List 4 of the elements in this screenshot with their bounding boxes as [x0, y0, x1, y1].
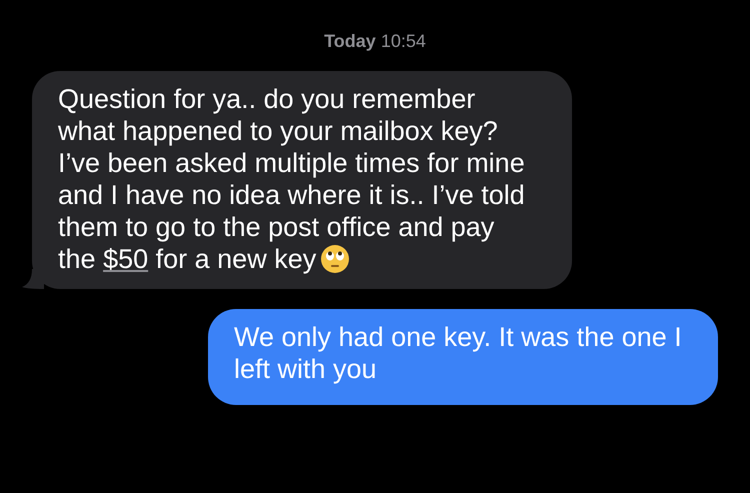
message-text: Question for ya.. do you remember what happened to your mailbox key? I’ve been asked multiple times for mine and I have no idea where it is.. I’ve told them to go to the post office and pay the $50 for a new key	[58, 83, 526, 275]
message-text: We only had one key. It was the one I left with you	[234, 321, 683, 385]
amount-link[interactable]: $50	[103, 244, 148, 274]
timestamp: Today 10:54	[324, 30, 426, 53]
